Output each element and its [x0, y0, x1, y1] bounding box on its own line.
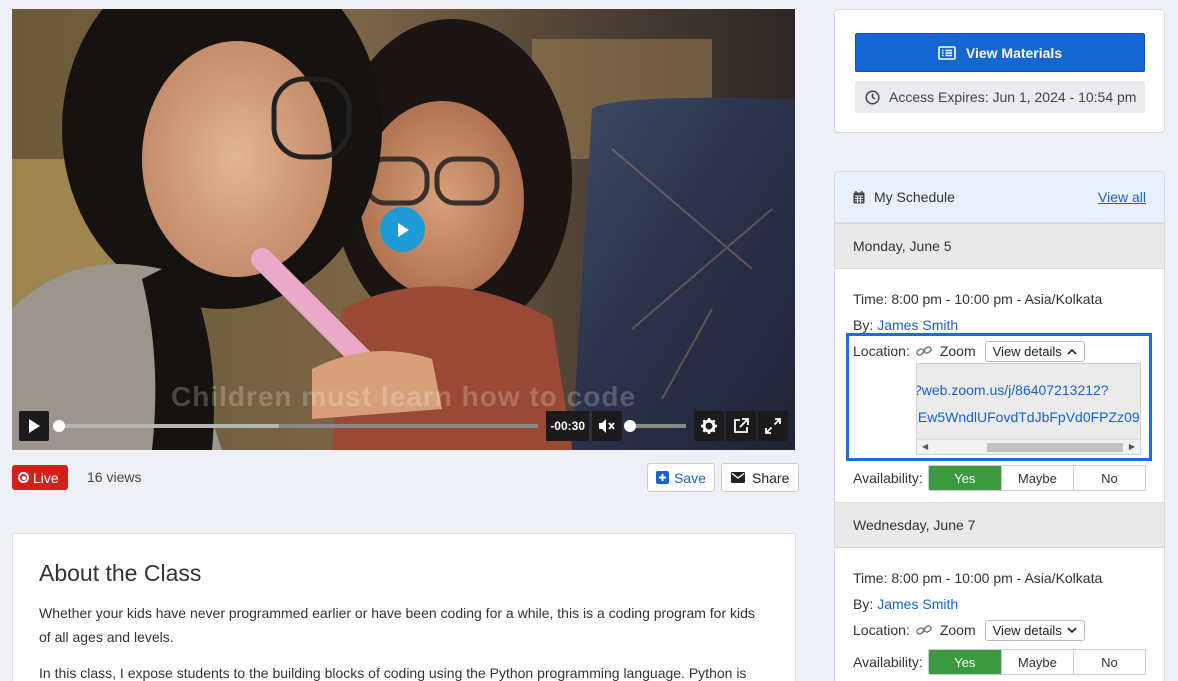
view-materials-button[interactable]: View Materials: [855, 33, 1145, 72]
gear-icon: [701, 418, 717, 434]
scroll-right-icon[interactable]: ▶: [1129, 442, 1135, 451]
access-expires-text: Access Expires: Jun 1, 2024 - 10:54 pm: [889, 89, 1137, 105]
availability-row: Availability: Yes Maybe No: [853, 649, 1146, 675]
availability-yes[interactable]: Yes: [928, 466, 1001, 490]
buffered-bar: [59, 424, 280, 428]
scroll-left-icon[interactable]: ◀: [922, 442, 928, 451]
chevron-up-icon: [1067, 348, 1077, 355]
external-link-icon: [734, 418, 749, 433]
session-time: Time: 8:00 pm - 10:00 pm - Asia/Kolkata: [853, 570, 1103, 586]
session-instructor-row: By: James Smith: [853, 312, 1146, 338]
availability-label: Availability:: [853, 654, 923, 670]
availability-row: Availability: Yes Maybe No: [853, 465, 1146, 491]
session-location-row: Location: Zoom View details: [853, 338, 1146, 364]
availability-maybe[interactable]: Maybe: [1000, 466, 1073, 490]
volume-muted-icon: [599, 419, 615, 433]
calendar-icon: [853, 190, 865, 203]
mute-button[interactable]: [592, 411, 622, 441]
share-label: Share: [752, 469, 790, 486]
volume-slider[interactable]: [624, 420, 686, 432]
view-count: 16 views: [87, 469, 142, 485]
view-details-button[interactable]: View details: [984, 340, 1085, 362]
materials-card: View Materials Access Expires: Jun 1, 20…: [834, 9, 1165, 133]
plus-square-icon: [656, 471, 669, 484]
video-caption: Children must learn how to code: [170, 381, 637, 412]
meeting-url-line-1[interactable]: ?web.zoom.us/j/86407213212?: [917, 377, 1140, 404]
about-title: About the Class: [39, 560, 202, 586]
view-all-link[interactable]: View all: [1098, 189, 1146, 205]
by-label: By:: [853, 317, 874, 333]
schedule-title-text: My Schedule: [874, 189, 955, 205]
about-paragraph-2: In this class, I expose students to the …: [39, 665, 747, 681]
play-icon: [397, 222, 409, 237]
session-time: Time: 8:00 pm - 10:00 pm - Asia/Kolkata: [853, 291, 1103, 307]
session-instructor-row: By: James Smith: [853, 591, 1146, 617]
meeting-url-line-2[interactable]: :Ew5WndlUFovdTdJbFpVd0FPZz09: [917, 404, 1140, 431]
play-button[interactable]: [19, 411, 49, 441]
fullscreen-icon: [765, 418, 781, 434]
seek-bar[interactable]: [53, 420, 539, 432]
list-icon: [938, 45, 956, 60]
meeting-url-box[interactable]: ?web.zoom.us/j/86407213212? :Ew5WndlUFov…: [916, 363, 1141, 455]
clock-icon: [865, 89, 880, 105]
location-label: Location:: [853, 622, 910, 638]
envelope-icon: [731, 472, 745, 483]
seek-handle[interactable]: [53, 420, 65, 432]
chevron-down-icon: [1067, 626, 1077, 633]
scrollbar-thumb[interactable]: [987, 443, 1123, 452]
meeting-url-text[interactable]: ?web.zoom.us/j/86407213212? :Ew5WndlUFov…: [917, 377, 1140, 431]
view-details-button[interactable]: View details: [984, 619, 1085, 641]
about-card: About the Class Whether your kids have n…: [12, 533, 796, 681]
location-value: Zoom: [939, 343, 976, 359]
save-button[interactable]: Save: [647, 463, 715, 492]
share-button[interactable]: Share: [721, 463, 800, 492]
save-label: Save: [674, 469, 706, 486]
availability-no[interactable]: No: [1072, 650, 1145, 674]
session-location-row: Location: Zoom View details: [853, 617, 1146, 643]
link-icon: [916, 345, 932, 357]
availability-maybe[interactable]: Maybe: [1000, 650, 1073, 674]
live-badge: Live: [12, 465, 68, 490]
day-header: Monday, June 5: [835, 223, 1164, 269]
play-icon: [29, 419, 40, 433]
schedule-header: My Schedule View all: [835, 172, 1164, 223]
availability-label: Availability:: [853, 470, 923, 486]
location-label: Location:: [853, 343, 910, 359]
instructor-link[interactable]: James Smith: [877, 596, 958, 612]
big-play-button[interactable]: [380, 207, 425, 252]
video-controls: -00:30: [19, 411, 788, 441]
video-player[interactable]: Children must learn how to code -00:30: [12, 9, 795, 450]
volume-handle[interactable]: [624, 420, 636, 432]
day-header: Wednesday, June 7: [835, 502, 1164, 548]
settings-button[interactable]: [694, 411, 724, 441]
location-value: Zoom: [939, 622, 976, 638]
access-expires: Access Expires: Jun 1, 2024 - 10:54 pm: [855, 81, 1145, 113]
link-icon: [916, 624, 932, 636]
fullscreen-button[interactable]: [758, 411, 788, 441]
availability-no[interactable]: No: [1072, 466, 1145, 490]
about-paragraph-1: Whether your kids have never programmed …: [39, 605, 755, 645]
schedule-title: My Schedule: [853, 189, 955, 205]
live-dot-icon: [18, 472, 29, 483]
time-remaining: -00:30: [546, 411, 589, 441]
availability-toggle: Yes Maybe No: [927, 465, 1146, 491]
view-details-label: View details: [992, 343, 1062, 359]
day-session: Time: 8:00 pm - 10:00 pm - Asia/Kolkata …: [835, 548, 1164, 675]
view-materials-label: View Materials: [965, 44, 1063, 61]
popout-button[interactable]: [726, 411, 756, 441]
view-details-label: View details: [992, 622, 1062, 638]
instructor-link[interactable]: James Smith: [877, 317, 958, 333]
horizontal-scrollbar[interactable]: ◀ ▶: [917, 439, 1140, 454]
availability-yes[interactable]: Yes: [928, 650, 1001, 674]
by-label: By:: [853, 596, 874, 612]
availability-toggle: Yes Maybe No: [927, 649, 1146, 675]
live-label: Live: [33, 469, 59, 486]
